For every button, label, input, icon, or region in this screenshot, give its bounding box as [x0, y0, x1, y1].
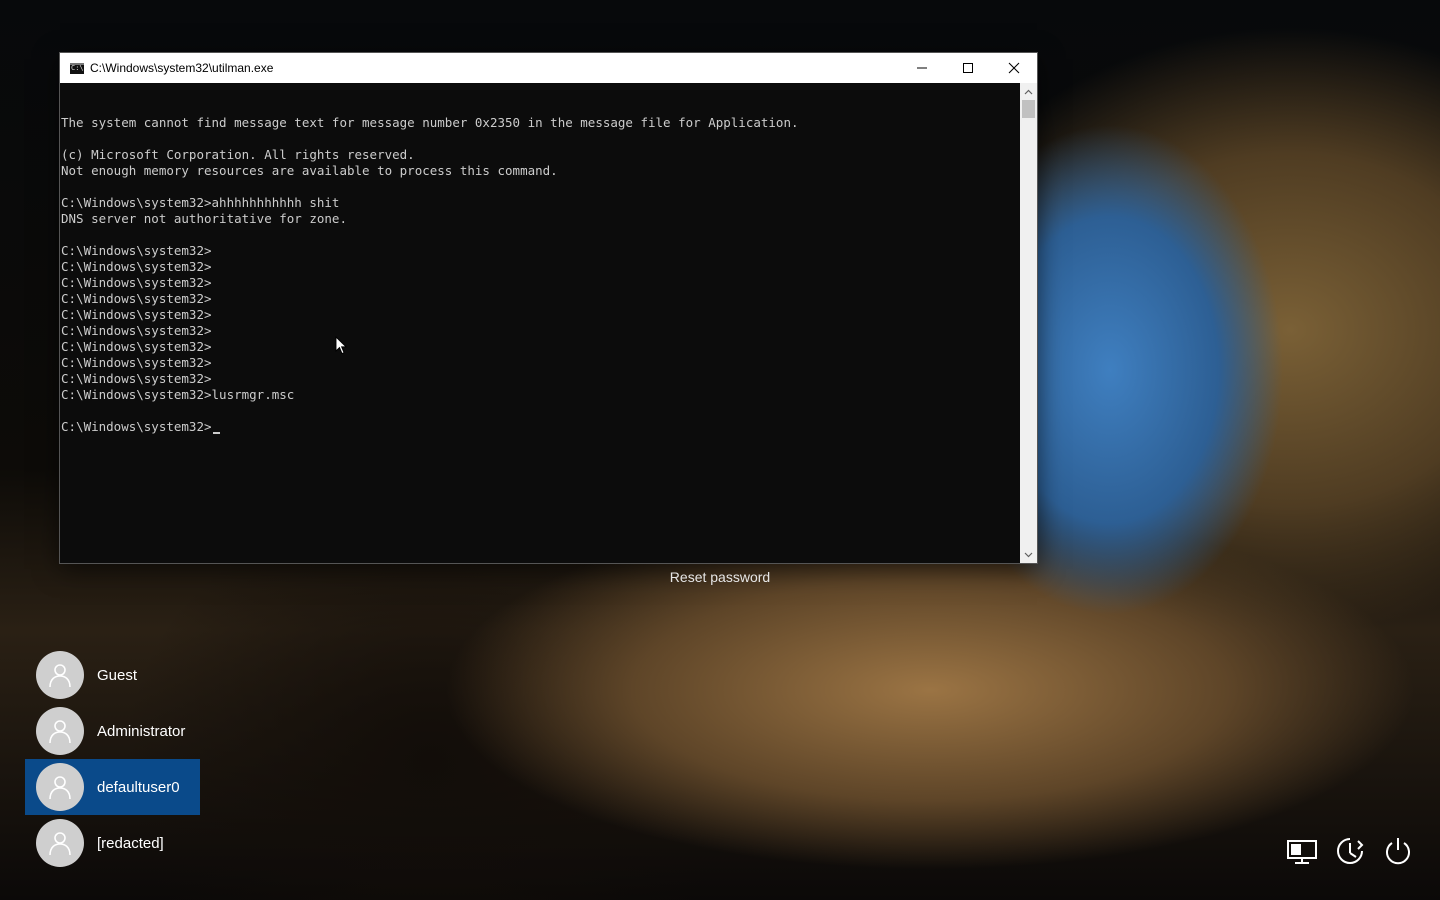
avatar — [36, 651, 84, 699]
close-button[interactable] — [991, 53, 1037, 83]
network-icon — [1287, 840, 1317, 864]
chevron-up-icon — [1024, 89, 1033, 94]
avatar — [36, 819, 84, 867]
user-tile-redacted[interactable]: [redacted] — [25, 815, 200, 871]
vertical-scrollbar[interactable] — [1020, 83, 1037, 563]
user-icon — [49, 832, 71, 856]
user-list: Guest Administrator defaultuser0 [redact… — [25, 647, 200, 871]
user-icon — [49, 720, 71, 744]
console-prompt-line[interactable]: C:\Windows\system32> — [61, 419, 1020, 435]
console-line: C:\Windows\system32> — [61, 323, 212, 338]
maximize-button[interactable] — [945, 53, 991, 83]
console-line: C:\Windows\system32>lusrmgr.msc — [61, 387, 295, 402]
mouse-pointer-icon — [335, 336, 347, 355]
console-icon — [70, 62, 84, 74]
network-button[interactable] — [1286, 835, 1318, 867]
user-name: Guest — [97, 666, 138, 684]
scroll-down-button[interactable] — [1020, 546, 1037, 563]
ease-of-access-icon — [1337, 838, 1364, 864]
user-icon — [49, 776, 71, 800]
console-line: DNS server not authoritative for zone. — [61, 211, 347, 226]
console-line: Not enough memory resources are availabl… — [61, 163, 558, 178]
console-line: C:\Windows\system32> — [61, 355, 212, 370]
user-name: Administrator — [97, 722, 186, 740]
user-name: defaultuser0 — [97, 778, 180, 796]
text-cursor — [212, 432, 220, 434]
scroll-up-button[interactable] — [1020, 83, 1037, 100]
console-line: C:\Windows\system32>ahhhhhhhhhhh shit — [61, 195, 340, 210]
user-icon — [49, 664, 71, 688]
console-line: The system cannot find message text for … — [61, 115, 799, 130]
user-tile-guest[interactable]: Guest — [25, 647, 200, 703]
console-line: C:\Windows\system32> — [61, 291, 212, 306]
console-line: C:\Windows\system32> — [61, 339, 212, 354]
ease-of-access-button[interactable] — [1334, 835, 1366, 867]
user-name: [redacted] — [97, 834, 164, 852]
maximize-icon — [963, 63, 973, 73]
close-icon — [1008, 62, 1020, 74]
minimize-button[interactable] — [899, 53, 945, 83]
console-window[interactable]: C:\Windows\system32\utilman.exe The syst… — [60, 53, 1037, 563]
window-controls — [899, 53, 1037, 83]
power-button[interactable] — [1382, 835, 1414, 867]
console-output[interactable]: The system cannot find message text for … — [60, 83, 1020, 563]
console-line: C:\Windows\system32> — [61, 307, 212, 322]
power-icon — [1386, 838, 1410, 865]
console-line: C:\Windows\system32> — [61, 259, 212, 274]
chevron-down-icon — [1024, 552, 1033, 557]
avatar — [36, 763, 84, 811]
user-tile-administrator[interactable]: Administrator — [25, 703, 200, 759]
console-line: (c) Microsoft Corporation. All rights re… — [61, 147, 415, 162]
avatar — [36, 707, 84, 755]
console-prompt: C:\Windows\system32> — [61, 419, 212, 434]
console-line: C:\Windows\system32> — [61, 371, 212, 386]
user-tile-defaultuser0[interactable]: defaultuser0 — [25, 759, 200, 815]
reset-password-link[interactable]: Reset password — [0, 569, 1440, 585]
minimize-icon — [917, 67, 927, 69]
window-titlebar[interactable]: C:\Windows\system32\utilman.exe — [60, 53, 1037, 83]
console-line: C:\Windows\system32> — [61, 275, 212, 290]
scroll-thumb[interactable] — [1022, 100, 1035, 118]
corner-buttons — [1286, 835, 1414, 867]
window-title: C:\Windows\system32\utilman.exe — [90, 61, 274, 75]
console-line: C:\Windows\system32> — [61, 243, 212, 258]
